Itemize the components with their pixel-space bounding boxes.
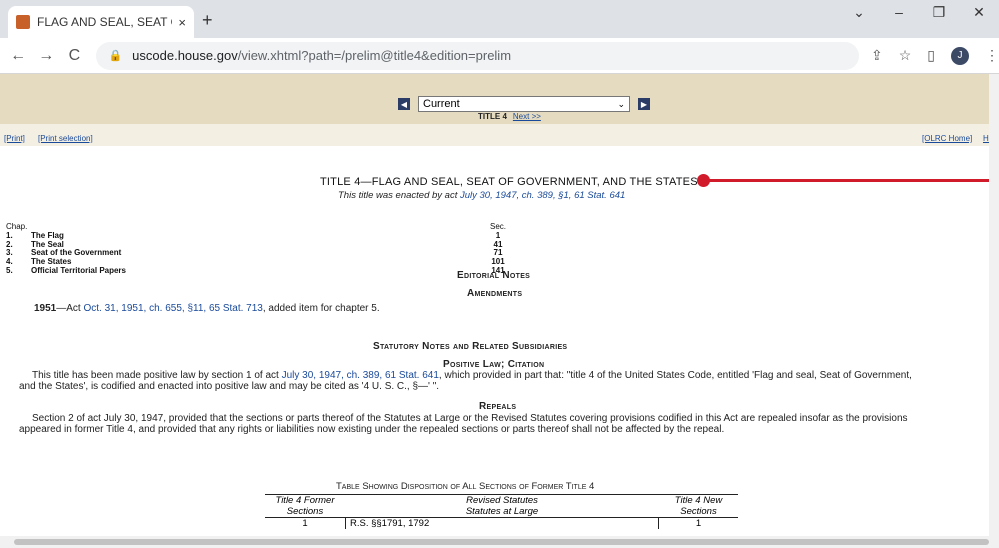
minimize-icon[interactable]: – — [879, 4, 919, 21]
amendment-suffix: , added item for chapter 5. — [262, 303, 380, 314]
print-selection-link[interactable]: [Print selection] — [38, 134, 93, 143]
horizontal-scroll-thumb[interactable] — [14, 539, 989, 545]
previous-arrow-icon[interactable]: ◀ — [398, 98, 410, 110]
repeals-line2: appeared in former Title 4, and provided… — [19, 424, 725, 435]
table-caption: Table Showing Disposition of All Section… — [336, 481, 595, 492]
chapter-row: 5. Official Territorial Papers — [6, 265, 126, 276]
restore-icon[interactable]: ❐ — [919, 4, 959, 21]
subtitle-text: This title was enacted by act — [338, 190, 460, 201]
lock-icon[interactable]: 🔒 — [108, 49, 122, 62]
chapter-name: The States — [31, 257, 72, 267]
next-arrow-icon[interactable]: ▶ — [638, 98, 650, 110]
section-list: Sec. 1 41 71 101 141 — [478, 222, 518, 276]
title-nav: TITLE 4 Next >> — [478, 112, 541, 121]
table-header-row: Title 4 Former Sections Revised Statutes S… — [265, 495, 738, 518]
edition-select-value: Current — [423, 98, 460, 110]
header-new-2: Sections — [680, 506, 717, 517]
table-cell: 1 — [302, 518, 308, 529]
olrc-home-link[interactable]: [OLRC Home] — [922, 134, 972, 143]
tab-title: FLAG AND SEAL, SEAT OF GOVER — [37, 15, 172, 29]
chapter-name: The Seal — [31, 239, 64, 249]
table-header-cell: Revised Statutes Statutes at Large — [345, 495, 659, 517]
header-former-1: Title 4 Former — [275, 495, 335, 506]
tab-close-icon[interactable]: × — [178, 15, 186, 30]
print-link[interactable]: [Print] — [4, 134, 25, 143]
page-header: ◀ Current ⌄ ▶ TITLE 4 Next >> — [0, 74, 999, 124]
menu-icon[interactable]: ⋮ — [985, 47, 999, 64]
table-row: 1 R.S. §§1791, 1792 1 — [265, 518, 738, 529]
table-cell: R.S. §§1791, 1792 — [345, 518, 659, 529]
horizontal-scrollbar[interactable] — [0, 536, 999, 548]
chapter-name: Seat of the Government — [31, 248, 122, 258]
amendment-link[interactable]: Oct. 31, 1951, ch. 655, §11, 65 Stat. 71… — [83, 303, 262, 314]
new-tab-button[interactable]: + — [202, 10, 213, 31]
statutory-notes-heading: Statutory Notes and Related Subsidiaries — [373, 341, 568, 352]
reload-icon[interactable]: C — [64, 47, 84, 65]
edition-selector-row: ◀ Current ⌄ ▶ — [398, 96, 650, 112]
url-path: /view.xhtml?path=/prelim@title4&edition=… — [237, 48, 512, 63]
chapter-row: 1. The Flag — [6, 230, 126, 241]
subtitle-link[interactable]: July 30, 1947, ch. 389, §1, 61 Stat. 641 — [460, 190, 625, 201]
forward-icon[interactable]: → — [36, 47, 56, 65]
editorial-notes-heading: Editorial Notes — [457, 270, 531, 281]
positive-law-line2: and the States', is codified and enacted… — [19, 381, 440, 392]
tab-search-icon[interactable]: ⌄ — [839, 4, 879, 21]
chapter-name: Official Territorial Papers — [31, 265, 126, 275]
avatar[interactable]: J — [951, 46, 969, 65]
print-bar: [Print] [Print selection] [OLRC Home] He… — [0, 124, 999, 146]
disposition-table: Title 4 Former Sections Revised Statutes S… — [265, 494, 738, 529]
header-rs-2: Statutes at Large — [465, 506, 539, 517]
sidepanel-icon[interactable]: ▯ — [927, 47, 935, 64]
toolbar-icons: ⇪ ☆ ▯ J ⋮ — [871, 46, 999, 65]
vertical-scrollbar[interactable] — [989, 74, 999, 536]
browser-chrome: FLAG AND SEAL, SEAT OF GOVER × + ⌄ – ❐ ✕… — [0, 0, 999, 74]
amendments-heading: Amendments — [467, 288, 523, 299]
positive-law-suffix: , which provided in part that: "title 4 … — [438, 370, 912, 381]
amendment-prefix: —Act — [56, 303, 84, 314]
repeals-heading: Repeals — [479, 401, 517, 412]
favicon-icon — [16, 15, 30, 29]
title-label: TITLE 4 — [478, 112, 507, 121]
share-icon[interactable]: ⇪ — [871, 47, 883, 64]
positive-law-heading: Positive Law; Citation — [443, 359, 545, 370]
browser-tab[interactable]: FLAG AND SEAL, SEAT OF GOVER × — [8, 6, 194, 38]
title-subtitle: This title was enacted by act July 30, 1… — [338, 190, 625, 201]
header-new-1: Title 4 New — [674, 495, 723, 506]
close-window-icon[interactable]: ✕ — [959, 4, 999, 21]
next-link[interactable]: Next >> — [513, 112, 541, 121]
table-cell: 1 — [695, 518, 702, 529]
window-controls: ⌄ – ❐ ✕ — [839, 4, 999, 21]
chap-header: Chap. — [6, 222, 28, 231]
chevron-down-icon: ⌄ — [617, 98, 625, 109]
positive-law-prefix: This title has been made positive law by… — [32, 370, 282, 381]
url-field[interactable]: 🔒 uscode.house.gov/view.xhtml?path=/prel… — [96, 41, 859, 70]
header-rs-1: Revised Statutes — [466, 495, 538, 506]
web-page: ◀ Current ⌄ ▶ TITLE 4 Next >> [Print] [Pr… — [0, 74, 999, 548]
positive-law-text: This title has been made positive law by… — [32, 370, 912, 381]
amendment-year: 1951 — [34, 303, 57, 314]
chapter-num: 5. — [6, 265, 13, 275]
chapter-list: Chap. 1. The Flag 2. The Seal 3. Seat of th… — [6, 222, 126, 276]
edition-select[interactable]: Current ⌄ — [418, 96, 630, 112]
repeals-line1: Section 2 of act July 30, 1947, provided… — [32, 413, 908, 424]
amendment-note: 1951—Act Oct. 31, 1951, ch. 655, §11, 65… — [34, 303, 380, 314]
table-header-cell: Title 4 New Sections — [659, 495, 738, 517]
back-icon[interactable]: ← — [8, 47, 28, 65]
url-host: uscode.house.gov — [132, 48, 238, 63]
page-title: TITLE 4—FLAG AND SEAL, SEAT OF GOVERNMEN… — [320, 176, 698, 188]
annotation-line — [706, 179, 999, 182]
positive-law-link[interactable]: July 30, 1947, ch. 389, 61 Stat. 641 — [282, 370, 439, 381]
address-bar-row: ← → C 🔒 uscode.house.gov/view.xhtml?path… — [0, 38, 999, 74]
header-former-2: Sections — [286, 506, 324, 517]
tab-bar: FLAG AND SEAL, SEAT OF GOVER × + ⌄ – ❐ ✕ — [0, 0, 999, 38]
chapter-name: The Flag — [31, 230, 64, 240]
star-icon[interactable]: ☆ — [899, 47, 912, 64]
table-header-cell: Title 4 Former Sections — [265, 495, 345, 517]
